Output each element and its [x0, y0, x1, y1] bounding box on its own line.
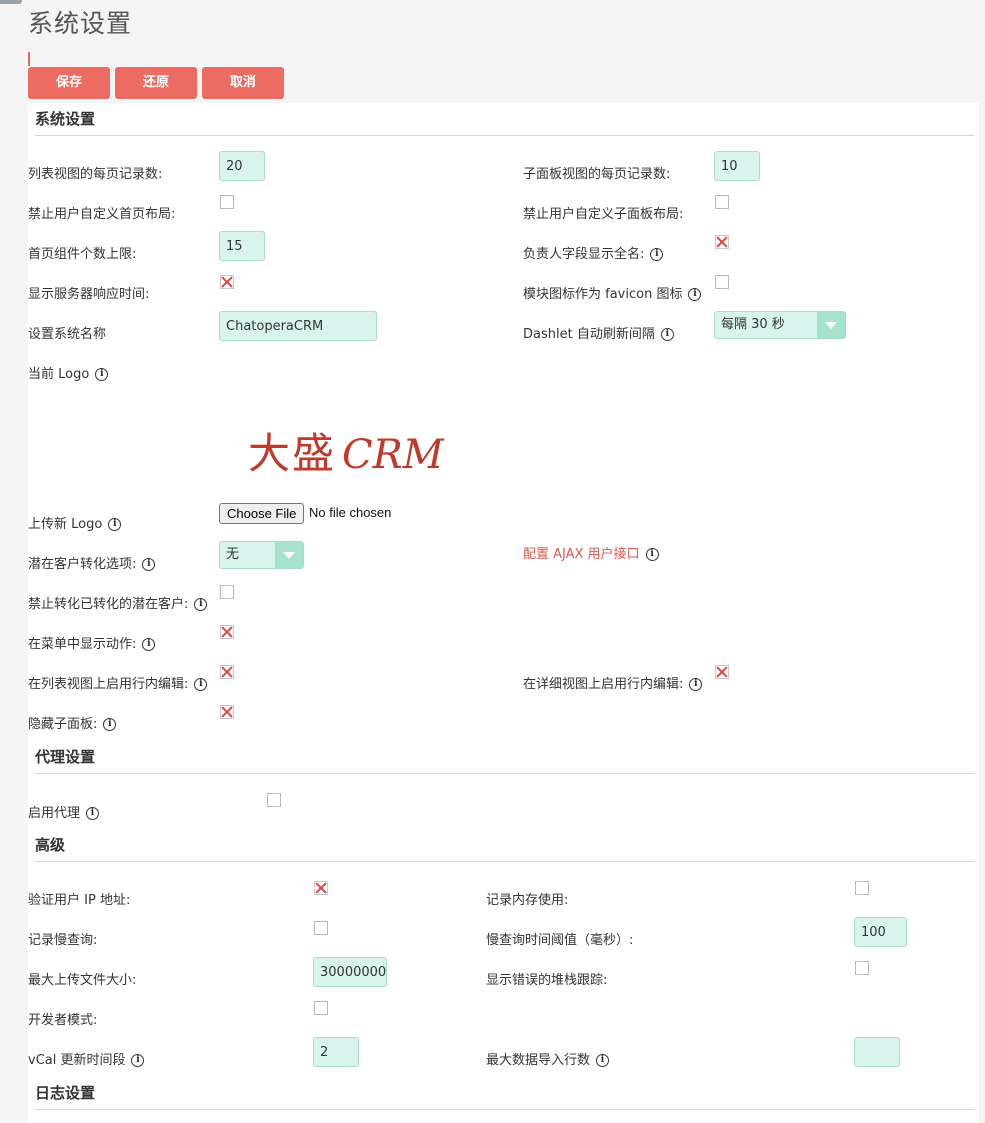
enable-proxy-label: 启用代理 i — [28, 802, 100, 821]
enable-proxy-checkbox[interactable] — [267, 793, 281, 807]
assigned-fullname-checkbox[interactable] — [715, 235, 729, 249]
disable-convert-checkbox[interactable] — [220, 585, 234, 599]
assigned-fullname-label: 负责人字段显示全名: i — [523, 243, 664, 262]
log-slow-queries-label: 记录慢查询: — [28, 933, 98, 948]
subpanel-records-label: 子面板视图的每页记录数: — [523, 167, 671, 182]
info-icon[interactable]: i — [596, 1054, 610, 1067]
error-marker — [28, 52, 30, 66]
slow-query-threshold-input[interactable]: 100 — [854, 917, 907, 947]
section-divider — [35, 1109, 974, 1110]
validate-ip-label: 验证用户 IP 地址: — [28, 893, 131, 908]
vcal-label: vCal 更新时间段 i — [28, 1049, 145, 1068]
log-memory-label: 记录内存使用: — [486, 893, 569, 908]
subpanel-records-input[interactable]: 10 — [714, 151, 760, 181]
inline-edit-list-checkbox[interactable] — [220, 665, 234, 679]
developer-mode-checkbox[interactable] — [314, 1001, 328, 1015]
log-slow-queries-checkbox[interactable] — [314, 921, 328, 935]
company-logo: 大盛 CRM — [248, 429, 444, 478]
chevron-down-icon — [275, 542, 303, 568]
section-title-system: 系统设置 — [35, 110, 96, 128]
file-status-text: No file chosen — [309, 505, 392, 520]
info-icon[interactable]: i — [650, 248, 664, 261]
section-divider — [35, 135, 974, 136]
system-name-label: 设置系统名称 — [28, 327, 107, 342]
max-import-input[interactable] — [854, 1037, 900, 1067]
show-actions-menu-label: 在菜单中显示动作: i — [28, 633, 156, 652]
show-actions-menu-checkbox[interactable] — [220, 625, 234, 639]
info-icon[interactable]: i — [689, 678, 703, 691]
disable-subpanel-layout-label: 禁止用户自定义子面板布局: — [523, 207, 684, 222]
disable-home-layout-label: 禁止用户自定义首页布局: — [28, 207, 176, 222]
max-upload-input[interactable]: 30000000 — [313, 957, 387, 987]
list-records-label: 列表视图的每页记录数: — [28, 167, 163, 182]
cancel-button[interactable]: 取消 — [202, 67, 284, 99]
log-memory-checkbox[interactable] — [855, 881, 869, 895]
developer-mode-label: 开发者模式: — [28, 1013, 98, 1028]
info-icon[interactable]: i — [103, 718, 117, 731]
lead-conversion-select[interactable]: 无 — [219, 541, 304, 569]
info-icon[interactable]: i — [142, 558, 156, 571]
vcal-input[interactable]: 2 — [313, 1037, 359, 1067]
save-button[interactable]: 保存 — [28, 67, 110, 99]
dashlet-refresh-label: Dashlet 自动刷新间隔 i — [523, 323, 674, 342]
chevron-down-icon — [817, 312, 845, 338]
stack-trace-checkbox[interactable] — [855, 961, 869, 975]
info-icon[interactable]: i — [142, 638, 156, 651]
section-title-advanced: 高级 — [35, 836, 66, 854]
window-corner — [0, 0, 22, 4]
upload-logo-label: 上传新 Logo i — [28, 513, 122, 532]
show-response-time-checkbox[interactable] — [220, 275, 234, 289]
info-icon[interactable]: i — [645, 548, 659, 561]
max-upload-label: 最大上传文件大小: — [28, 973, 137, 988]
info-icon[interactable]: i — [108, 518, 122, 531]
disable-convert-label: 禁止转化已转化的潜在客户: i — [28, 593, 208, 612]
info-icon[interactable]: i — [660, 328, 674, 341]
inline-edit-detail-checkbox[interactable] — [715, 665, 729, 679]
section-title-log: 日志设置 — [35, 1084, 96, 1102]
slow-query-threshold-label: 慢查询时间阈值（毫秒）: — [486, 933, 634, 948]
system-name-input[interactable]: ChatoperaCRM — [219, 311, 377, 341]
info-icon[interactable]: i — [86, 807, 100, 820]
max-dashlets-input[interactable]: 15 — [219, 231, 265, 261]
validate-ip-checkbox[interactable] — [314, 881, 328, 895]
choose-file-button[interactable]: Choose File — [219, 503, 305, 524]
page-title: 系统设置 — [28, 9, 133, 38]
disable-subpanel-layout-checkbox[interactable] — [715, 195, 729, 209]
section-title-proxy: 代理设置 — [35, 748, 96, 766]
max-dashlets-label: 首页组件个数上限: — [28, 247, 137, 262]
current-logo-label: 当前 Logo i — [28, 363, 109, 382]
restore-button[interactable]: 还原 — [115, 67, 197, 99]
inline-edit-list-label: 在列表视图上启用行内编辑: i — [28, 673, 208, 692]
info-icon[interactable]: i — [194, 678, 208, 691]
inline-edit-detail-label: 在详细视图上启用行内编辑: i — [523, 673, 703, 692]
show-response-time-label: 显示服务器响应时间: — [28, 287, 150, 302]
section-divider — [35, 773, 974, 774]
ajax-config-link[interactable]: 配置 AJAX 用户接口 i — [523, 543, 659, 562]
hide-subpanels-checkbox[interactable] — [220, 705, 234, 719]
info-icon[interactable]: i — [688, 288, 702, 301]
info-icon[interactable]: i — [131, 1054, 145, 1067]
module-favicon-checkbox[interactable] — [715, 275, 729, 289]
hide-subpanels-label: 隐藏子面板: i — [28, 713, 117, 732]
dashlet-refresh-select[interactable]: 每隔 30 秒 — [714, 311, 846, 339]
max-import-label: 最大数据导入行数 i — [486, 1049, 610, 1068]
info-icon[interactable]: i — [95, 368, 109, 381]
section-divider — [35, 861, 974, 862]
info-icon[interactable]: i — [194, 598, 208, 611]
lead-conversion-label: 潜在客户转化选项: i — [28, 553, 156, 572]
disable-home-layout-checkbox[interactable] — [220, 195, 234, 209]
stack-trace-label: 显示错误的堆栈跟踪: — [486, 973, 608, 988]
list-records-input[interactable]: 20 — [219, 151, 265, 181]
module-favicon-label: 模块图标作为 favicon 图标 i — [523, 283, 702, 302]
